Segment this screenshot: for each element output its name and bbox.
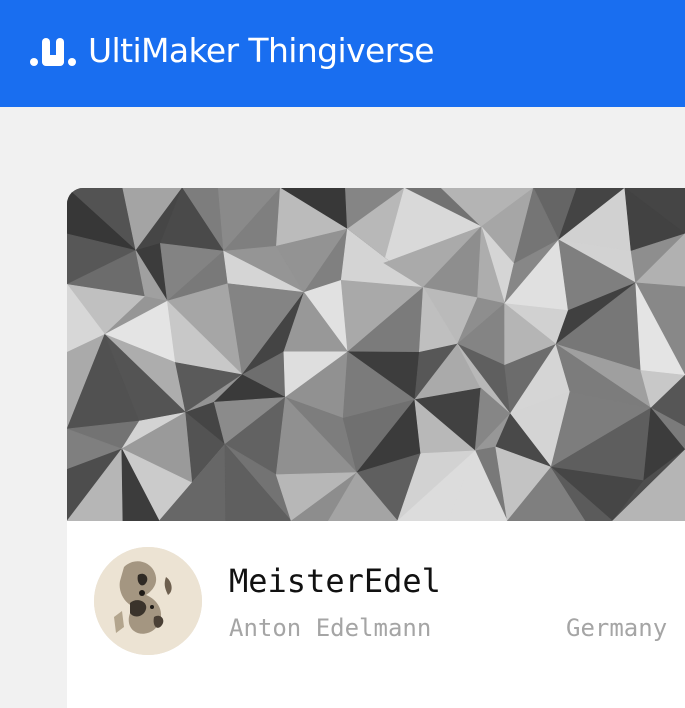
user-avatar[interactable] — [94, 547, 202, 655]
profile-username: MeisterEdel — [229, 562, 441, 600]
brand-name: UltiMaker Thingiverse — [88, 31, 435, 70]
profile-location: Germany — [566, 614, 668, 642]
profile-card: MeisterEdel Anton Edelmann Germany — [67, 188, 685, 708]
cover-image — [67, 188, 685, 521]
profile-full-name: Anton Edelmann — [229, 614, 432, 642]
top-navigation-bar: UltiMaker Thingiverse — [0, 0, 685, 107]
ultimaker-logo-icon — [30, 38, 76, 66]
brand-home-link[interactable]: UltiMaker Thingiverse — [30, 30, 435, 72]
